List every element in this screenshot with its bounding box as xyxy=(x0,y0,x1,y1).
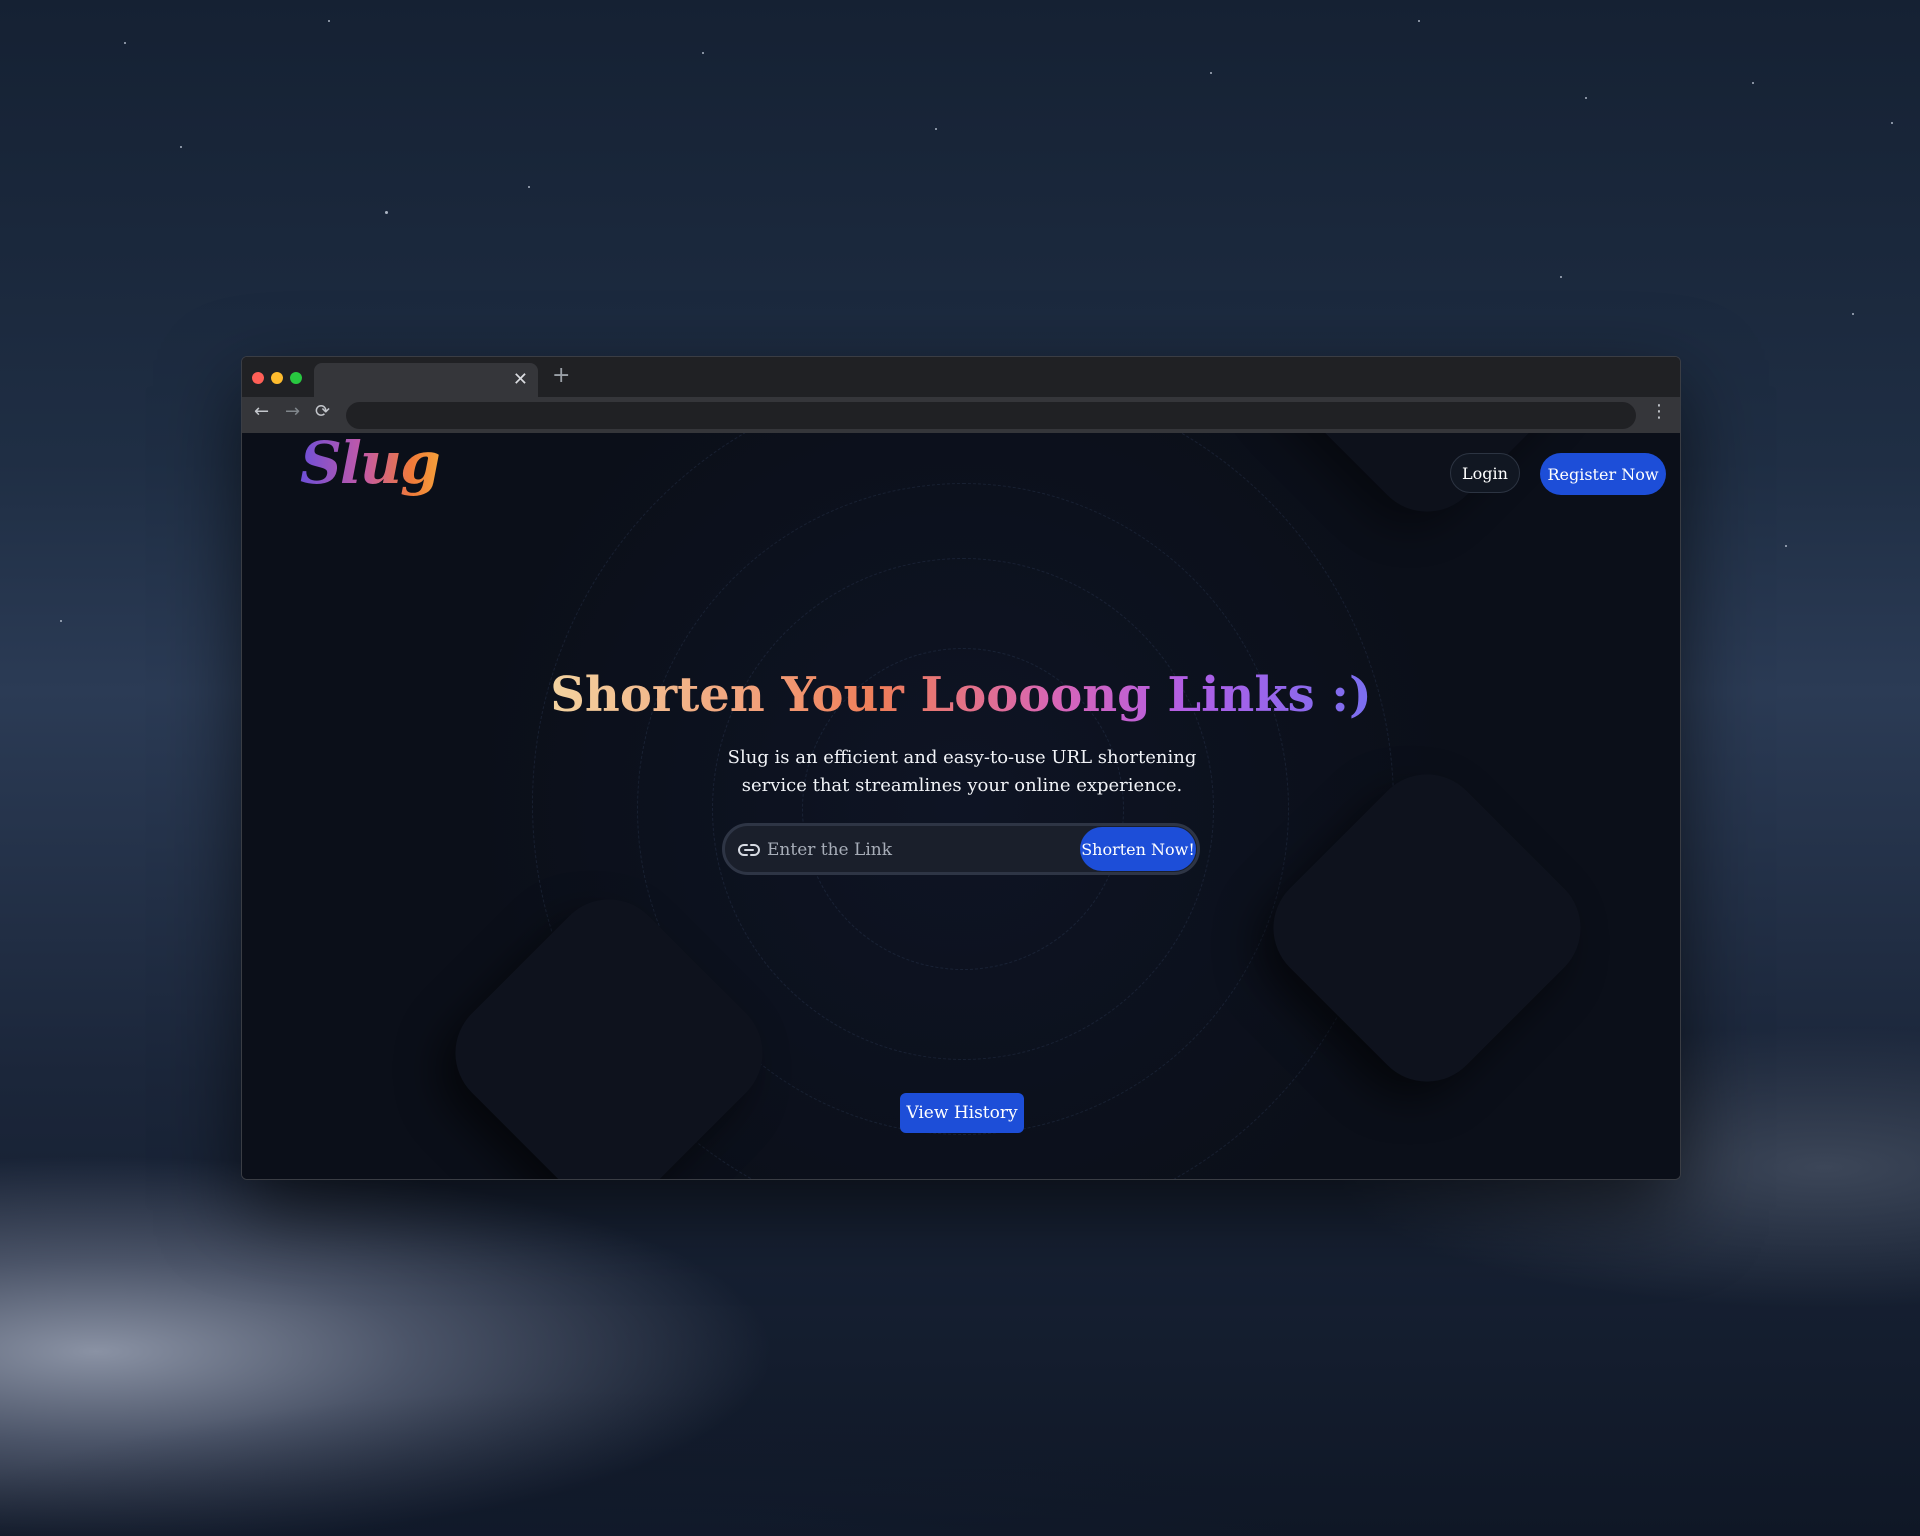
shorten-button[interactable]: Shorten Now! xyxy=(1080,827,1196,871)
window-maximize-button[interactable] xyxy=(290,372,302,384)
browser-toolbar: ← → ⟳ ⋮ xyxy=(242,397,1680,433)
back-arrow-icon[interactable]: ← xyxy=(254,401,269,422)
star xyxy=(1418,20,1420,22)
reload-icon[interactable]: ⟳ xyxy=(315,401,330,422)
star xyxy=(528,186,530,188)
login-button[interactable]: Login xyxy=(1450,453,1520,493)
star xyxy=(60,620,62,622)
star xyxy=(1852,313,1854,315)
page-subtitle: Slug is an efficient and easy-to-use URL… xyxy=(727,747,1197,796)
address-bar[interactable] xyxy=(346,402,1636,429)
more-menu-icon[interactable]: ⋮ xyxy=(1650,401,1668,422)
star xyxy=(180,146,182,148)
star xyxy=(385,211,388,214)
new-tab-button[interactable]: + xyxy=(552,363,570,388)
star xyxy=(328,20,330,22)
star xyxy=(1785,545,1787,547)
forward-arrow-icon[interactable]: → xyxy=(285,401,300,422)
slug-logo[interactable]: Slug xyxy=(300,433,441,497)
view-history-button[interactable]: View History xyxy=(900,1093,1024,1133)
window-close-button[interactable] xyxy=(252,372,264,384)
star xyxy=(1560,276,1562,278)
page-title: Shorten Your Loooong Links :) xyxy=(242,667,1680,723)
shorten-form: Shorten Now! xyxy=(722,823,1200,875)
browser-tab[interactable]: ✕ xyxy=(314,363,538,397)
web-page: Slug Login Register Now Shorten Your Loo… xyxy=(242,433,1680,1179)
register-button[interactable]: Register Now xyxy=(1540,453,1666,495)
star xyxy=(702,52,704,54)
star xyxy=(1585,97,1587,99)
page-title-text: Shorten Your Loooong Links :) xyxy=(550,667,1372,723)
star xyxy=(935,128,937,130)
close-icon[interactable]: ✕ xyxy=(513,369,528,390)
star xyxy=(1891,122,1893,124)
star xyxy=(124,42,126,44)
link-icon xyxy=(738,844,760,856)
tab-strip: ✕ + xyxy=(242,357,1680,397)
star xyxy=(1210,72,1212,74)
browser-window: ✕ + ← → ⟳ ⋮ Slug Login Register Now Shor… xyxy=(241,356,1681,1180)
star xyxy=(1752,82,1754,84)
link-input[interactable] xyxy=(765,832,1069,868)
window-minimize-button[interactable] xyxy=(271,372,283,384)
